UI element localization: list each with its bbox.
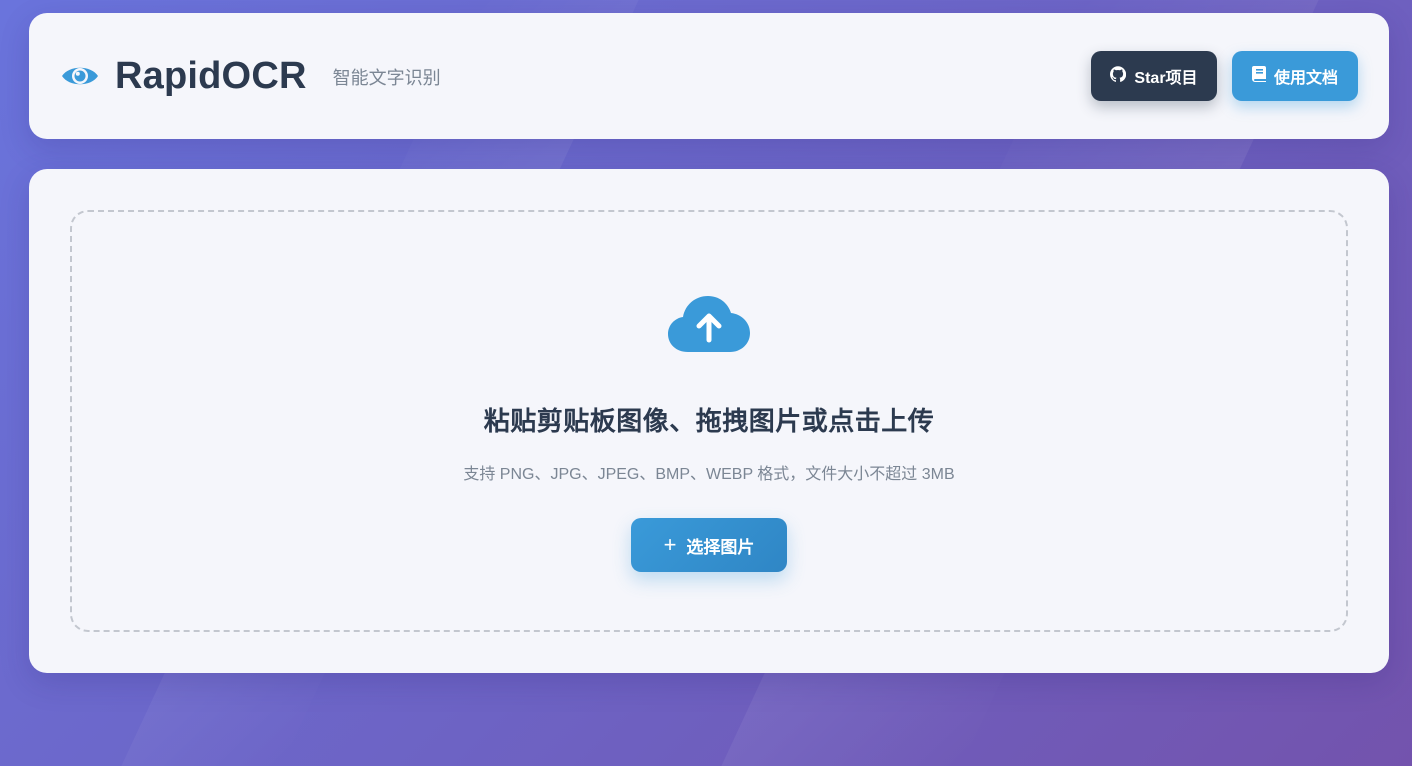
app-header: RapidOCR 智能文字识别 Star项目 使用文档	[29, 13, 1389, 139]
book-icon	[1251, 65, 1266, 87]
docs-button[interactable]: 使用文档	[1232, 51, 1358, 101]
github-star-label: Star项目	[1134, 70, 1198, 87]
brand: RapidOCR 智能文字识别	[60, 55, 441, 98]
select-image-button[interactable]: + 选择图片	[631, 518, 787, 572]
upload-title: 粘贴剪贴板图像、拖拽图片或点击上传	[483, 406, 935, 436]
github-icon	[1110, 65, 1127, 87]
github-star-button[interactable]: Star项目	[1091, 51, 1217, 101]
upload-card: 粘贴剪贴板图像、拖拽图片或点击上传 支持 PNG、JPG、JPEG、BMP、WE…	[29, 169, 1389, 673]
header-actions: Star项目 使用文档	[1091, 51, 1358, 101]
docs-label: 使用文档	[1273, 70, 1338, 87]
upload-hint: 支持 PNG、JPG、JPEG、BMP、WEBP 格式，文件大小不超过 3MB	[463, 466, 955, 483]
cloud-upload-icon	[668, 294, 750, 354]
upload-dropzone[interactable]: 粘贴剪贴板图像、拖拽图片或点击上传 支持 PNG、JPG、JPEG、BMP、WE…	[70, 210, 1348, 632]
app-subtitle: 智能文字识别	[332, 68, 441, 88]
app-title: RapidOCR	[115, 54, 307, 97]
select-image-label: 选择图片	[686, 537, 755, 557]
eye-icon	[60, 61, 100, 91]
plus-icon: +	[663, 532, 677, 557]
